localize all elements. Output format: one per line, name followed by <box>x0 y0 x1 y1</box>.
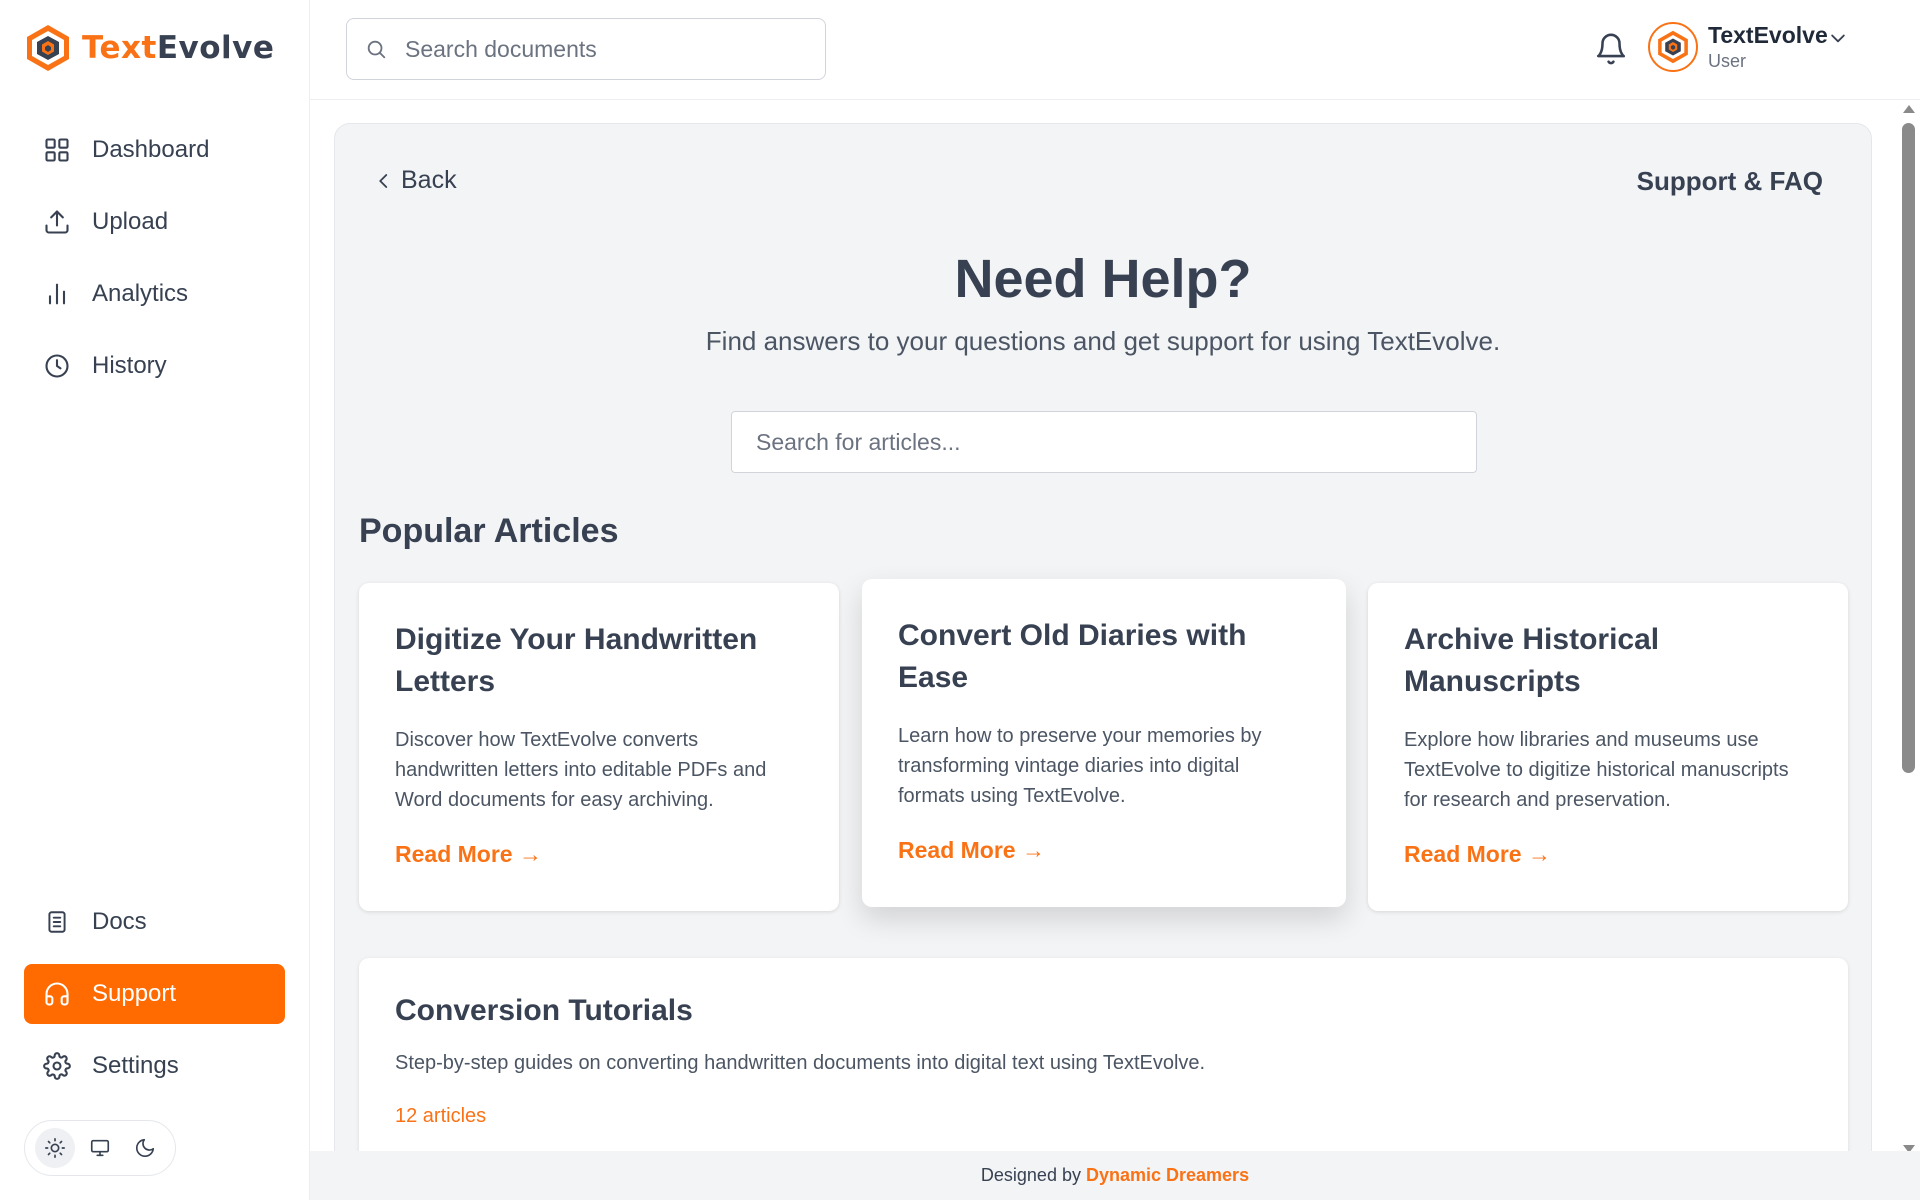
grid-icon <box>42 135 72 165</box>
gear-icon <box>42 1051 72 1081</box>
page-subtitle: Find answers to your questions and get s… <box>705 326 1501 356</box>
sidebar-item-docs[interactable]: Docs <box>24 892 285 952</box>
chevron-down-icon[interactable] <box>1828 28 1848 48</box>
logo-hexagon-icon <box>1658 30 1688 64</box>
read-more-link[interactable]: Read More → <box>395 841 542 868</box>
sidebar-item-label: Docs <box>92 908 147 935</box>
theme-dark-button[interactable] <box>125 1128 165 1168</box>
support-panel: Back Support & FAQ Need Help? Find answe… <box>334 123 1872 1151</box>
monitor-icon <box>90 1139 110 1157</box>
theme-system-button[interactable] <box>80 1128 120 1168</box>
chevron-left-icon <box>379 173 388 188</box>
article-search <box>731 411 1477 473</box>
scroll-up-arrow-icon[interactable] <box>1903 105 1915 113</box>
sidebar-item-label: Analytics <box>92 280 189 307</box>
sidebar-nav-bottom: Docs Support Settings <box>24 892 285 1108</box>
article-card[interactable]: Convert Old Diaries with Ease Learn how … <box>862 579 1346 907</box>
back-button[interactable]: Back <box>375 166 457 195</box>
bar-chart-icon <box>42 279 72 309</box>
back-label: Back <box>401 166 457 194</box>
article-description: Explore how libraries and museums use Te… <box>1404 729 1789 811</box>
article-search-input[interactable] <box>756 428 1436 456</box>
tutorials-card[interactable]: Conversion Tutorials Step-by-step guides… <box>359 958 1848 1151</box>
bell-icon[interactable] <box>1594 32 1628 66</box>
article-description: Learn how to preserve your memories by t… <box>898 725 1262 807</box>
headphones-icon <box>42 979 72 1009</box>
page-title: Need Help? <box>954 249 1252 309</box>
read-more-link[interactable]: Read More → <box>898 837 1045 864</box>
article-description: Discover how TextEvolve converts handwri… <box>395 729 767 811</box>
main-content: Back Support & FAQ Need Help? Find answe… <box>310 101 1920 1151</box>
app-logo[interactable]: TextEvolve <box>24 22 274 74</box>
article-card[interactable]: Archive Historical Manuscripts Explore h… <box>1368 583 1848 911</box>
sidebar-item-label: Dashboard <box>92 136 210 163</box>
sidebar-item-label: Upload <box>92 208 169 235</box>
tutorials-description: Step-by-step guides on converting handwr… <box>395 1052 1206 1074</box>
article-title: Archive Historical Manuscripts <box>1404 623 1660 698</box>
tutorials-title: Conversion Tutorials <box>395 994 693 1027</box>
search-input[interactable] <box>405 35 805 63</box>
search-icon <box>367 40 386 59</box>
sidebar-item-dashboard[interactable]: Dashboard <box>24 120 285 180</box>
page-section-label: Support & FAQ <box>1636 166 1823 196</box>
read-more-link[interactable]: Read More → <box>1404 841 1551 868</box>
sidebar-item-label: Settings <box>92 1052 179 1079</box>
user-role: User <box>1708 51 1747 71</box>
page-footer: Designed by Dynamic Dreamers <box>310 1151 1920 1200</box>
sidebar-item-label: History <box>92 352 167 379</box>
article-title: Convert Old Diaries with Ease <box>898 619 1247 694</box>
footer-prefix: Designed by <box>980 1165 1081 1185</box>
theme-switcher <box>24 1120 176 1176</box>
moon-icon <box>135 1138 154 1158</box>
sidebar-item-history[interactable]: History <box>24 336 285 396</box>
user-menu[interactable]: TextEvolve User <box>1648 22 1828 72</box>
avatar <box>1648 22 1698 72</box>
sidebar-item-settings[interactable]: Settings <box>24 1036 285 1096</box>
theme-light-button[interactable] <box>35 1128 76 1168</box>
top-header: TextEvolve User <box>310 0 1920 100</box>
document-search <box>346 18 826 80</box>
logo-text: TextEvolve <box>82 30 275 66</box>
sidebar-nav-top: Dashboard Upload Analytics History <box>24 120 285 408</box>
main-scrollbar[interactable] <box>1898 101 1920 1153</box>
scrollbar-thumb[interactable] <box>1902 123 1915 773</box>
sidebar-item-label: Support <box>92 980 177 1007</box>
sidebar-item-upload[interactable]: Upload <box>24 192 285 252</box>
document-icon <box>42 907 72 937</box>
popular-articles-heading: Popular Articles <box>359 512 619 550</box>
tutorials-count-link[interactable]: 12 articles <box>395 1105 1812 1128</box>
logo-hexagon-icon <box>27 25 69 71</box>
sun-icon <box>45 1138 66 1158</box>
article-card[interactable]: Digitize Your Handwritten Letters Discov… <box>359 583 839 911</box>
sidebar-item-analytics[interactable]: Analytics <box>24 264 285 324</box>
user-info: TextEvolve User <box>1708 22 1828 72</box>
user-name: TextEvolve <box>1708 22 1828 48</box>
upload-icon <box>42 207 72 237</box>
footer-brand-link[interactable]: Dynamic Dreamers <box>1086 1165 1249 1186</box>
article-title: Digitize Your Handwritten Letters <box>395 623 758 698</box>
sidebar-item-support[interactable]: Support <box>24 964 285 1024</box>
sidebar: TextEvolve Dashboard Upload Analytics Hi… <box>0 0 310 1200</box>
clock-icon <box>42 351 72 381</box>
